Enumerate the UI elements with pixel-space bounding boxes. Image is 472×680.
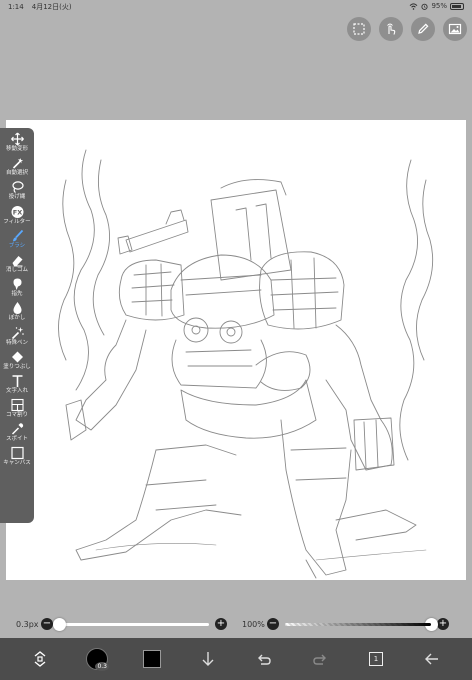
download-button[interactable]: [196, 638, 220, 680]
brush-size-label: 0.3px: [16, 619, 39, 629]
tool-label: 自動選択: [5, 170, 28, 177]
eyedropper-icon: [11, 423, 23, 435]
sketch-drawing: [58, 149, 434, 579]
magic-wand-icon: [12, 158, 23, 169]
tool-magicwand[interactable]: 自動選択: [0, 156, 34, 180]
drawing-canvas[interactable]: [6, 120, 466, 580]
eraser-icon: [12, 255, 22, 267]
undo-button[interactable]: [252, 638, 276, 680]
tool-label: 指先: [11, 291, 23, 298]
canvas-icon: [10, 447, 24, 460]
sparkle-pen-icon: [11, 326, 24, 339]
hand-touch-icon: [387, 23, 396, 35]
tool-eraser[interactable]: 消しゴム: [0, 253, 34, 277]
touch-button[interactable]: [379, 17, 403, 41]
move-arrows-icon: [10, 132, 24, 146]
brush-size-value: 0.3: [95, 662, 109, 671]
brush-size-preview: 0.3: [86, 648, 109, 671]
transform-button[interactable]: [28, 638, 52, 680]
brush-size-minus-button[interactable]: −: [41, 618, 53, 630]
opacity-thumb[interactable]: [424, 617, 438, 631]
status-date: 4月12日(火): [31, 3, 72, 11]
opacity-plus-button[interactable]: +: [437, 618, 449, 630]
battery-icon: [450, 2, 464, 10]
status-time: 1:14: [8, 3, 24, 11]
opacity-track[interactable]: [285, 617, 438, 631]
finger-icon: [13, 278, 21, 291]
layers-button[interactable]: 1: [364, 638, 388, 680]
tool-label: 文字入れ: [5, 387, 28, 394]
brush-size-button[interactable]: 0.3: [84, 638, 110, 680]
bottom-toolbar: 0.3 1: [0, 638, 472, 680]
back-button[interactable]: [420, 638, 444, 680]
image-button[interactable]: [443, 17, 467, 41]
selection-icon: [353, 23, 365, 35]
layers-icon: 1: [369, 649, 386, 666]
selection-button[interactable]: [347, 17, 371, 41]
tool-eyedropper[interactable]: スポイト: [0, 422, 34, 446]
tool-brush[interactable]: ブラシ: [0, 229, 34, 253]
tool-label: 投げ縄: [8, 194, 26, 201]
tool-text[interactable]: 文字入れ: [0, 374, 34, 398]
alarm-icon: [421, 3, 428, 10]
wifi-icon: [410, 2, 418, 10]
pencil-icon: [418, 23, 429, 34]
brush-size-plus-button[interactable]: +: [215, 618, 227, 630]
frame-icon: [10, 399, 24, 412]
tool-frame[interactable]: コマ割り: [0, 398, 34, 422]
svg-text:FX: FX: [12, 208, 21, 216]
lasso-icon: [11, 181, 24, 194]
tool-label: フィルター: [3, 218, 31, 225]
tool-palette: 移動変形 自動選択 投げ縄 FX フィルター ブラシ 消しゴム 指先 ぼかし 特…: [0, 128, 34, 523]
battery-percent: 95%: [431, 2, 447, 10]
text-icon: [12, 375, 22, 387]
tool-canvas[interactable]: キャンバス: [0, 446, 34, 470]
tool-label: 特殊ペン: [5, 339, 28, 346]
brush-size-thumb[interactable]: [52, 617, 66, 631]
brush-icon: [12, 229, 23, 242]
brush-size-track[interactable]: [52, 617, 209, 631]
fill-icon: [11, 351, 23, 363]
brush-size-slider-row: 0.3px − +: [16, 615, 234, 633]
fx-icon: FX: [11, 205, 23, 218]
tool-fill[interactable]: 塗りつぶし: [0, 350, 34, 374]
tool-label: 消しゴム: [5, 266, 28, 273]
tool-label: 塗りつぶし: [3, 363, 31, 370]
arrow-left-icon: [425, 653, 438, 665]
color-button[interactable]: [140, 638, 164, 680]
tool-special[interactable]: 特殊ペン: [0, 326, 34, 350]
tool-filter[interactable]: FX フィルター: [0, 205, 34, 229]
tool-finger[interactable]: 指先: [0, 277, 34, 301]
tool-label: キャンバス: [3, 460, 31, 467]
tool-label: コマ割り: [5, 412, 28, 419]
tool-lasso[interactable]: 投げ縄: [0, 180, 34, 204]
rotate-arrows-icon: [34, 651, 46, 667]
image-icon: [448, 23, 462, 35]
tool-move[interactable]: 移動変形: [0, 132, 34, 156]
status-bar: 1:14 4月12日(火) 95%: [0, 0, 472, 14]
opacity-minus-button[interactable]: −: [267, 618, 279, 630]
tool-label: ブラシ: [8, 242, 26, 249]
tool-label: ぼかし: [8, 315, 26, 322]
status-right: 95%: [409, 2, 464, 10]
undo-icon: [258, 654, 271, 665]
pen-button[interactable]: [411, 17, 435, 41]
opacity-label: 100%: [242, 619, 265, 629]
drop-icon: [12, 302, 22, 315]
tool-blur[interactable]: ぼかし: [0, 301, 34, 325]
current-color-swatch: [143, 650, 161, 668]
redo-button[interactable]: [308, 638, 332, 680]
tool-label: 移動変形: [5, 146, 28, 152]
layer-count: 1: [373, 655, 379, 663]
tool-label: スポイト: [5, 436, 28, 443]
arrow-down-icon: [202, 652, 214, 666]
redo-icon: [313, 654, 326, 665]
opacity-slider-row: 100% − +: [242, 615, 460, 633]
